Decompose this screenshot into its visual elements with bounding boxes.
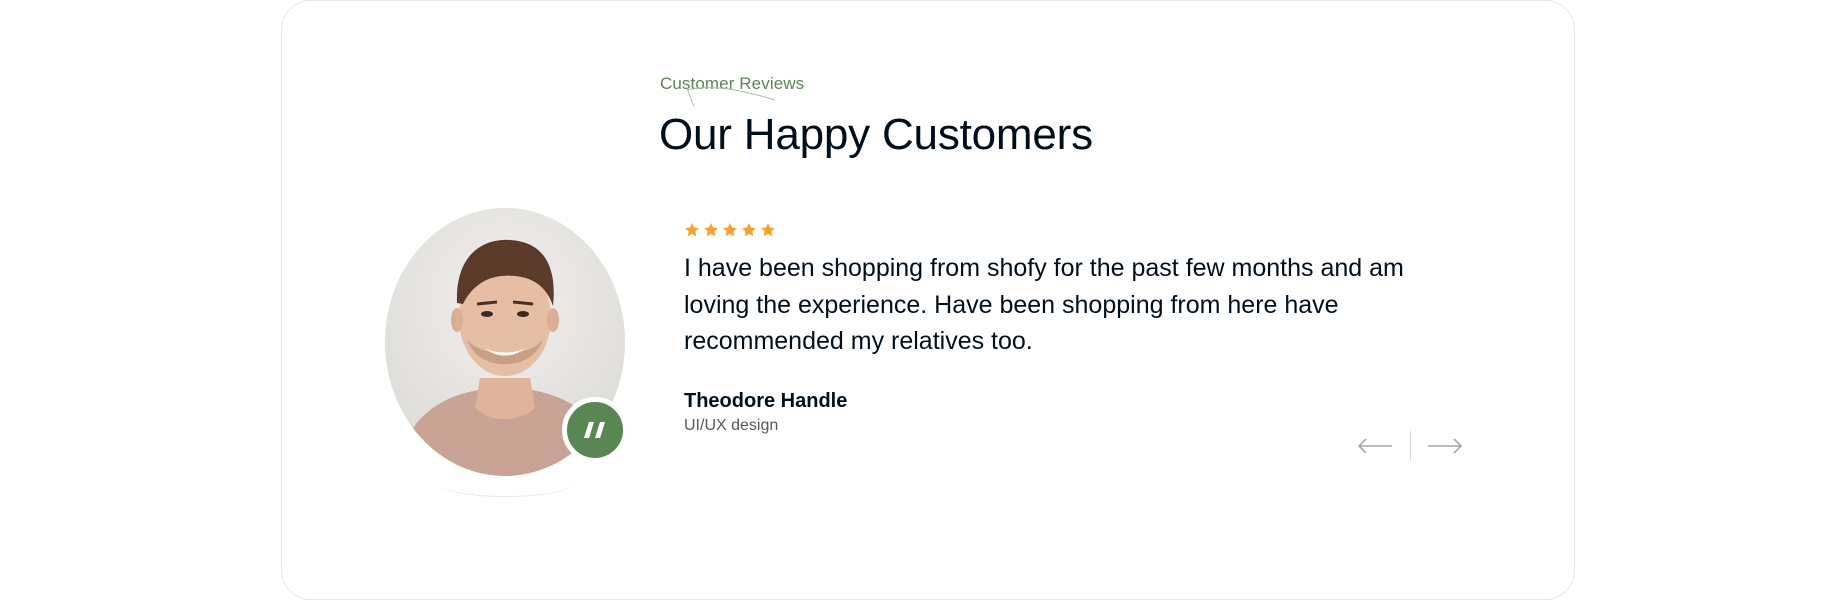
- author-name: Theodore Handle: [684, 390, 848, 412]
- subtitle-underline-decoration: [686, 87, 776, 107]
- star-icon: [723, 223, 737, 237]
- review-text: I have been shopping from shofy for the …: [684, 254, 1404, 355]
- next-button[interactable]: [1425, 431, 1465, 461]
- slider-navigation: [1355, 431, 1465, 461]
- star-icon: [761, 223, 775, 237]
- quote-icon: [584, 422, 605, 438]
- author-role: UI/UX design: [684, 417, 779, 434]
- arrow-left-icon: [1357, 438, 1392, 454]
- star-icon: [685, 223, 699, 237]
- arrow-right-icon: [1428, 438, 1463, 454]
- star-icon: [704, 223, 718, 237]
- previous-button[interactable]: [1355, 431, 1395, 461]
- quote-badge: [562, 397, 628, 463]
- section-title: Our Happy Customers: [659, 110, 1093, 159]
- navigation-divider: [1410, 431, 1411, 461]
- rating-stars: [684, 222, 776, 238]
- star-icon: [742, 223, 756, 237]
- avatar-shadow-ring: [435, 466, 575, 497]
